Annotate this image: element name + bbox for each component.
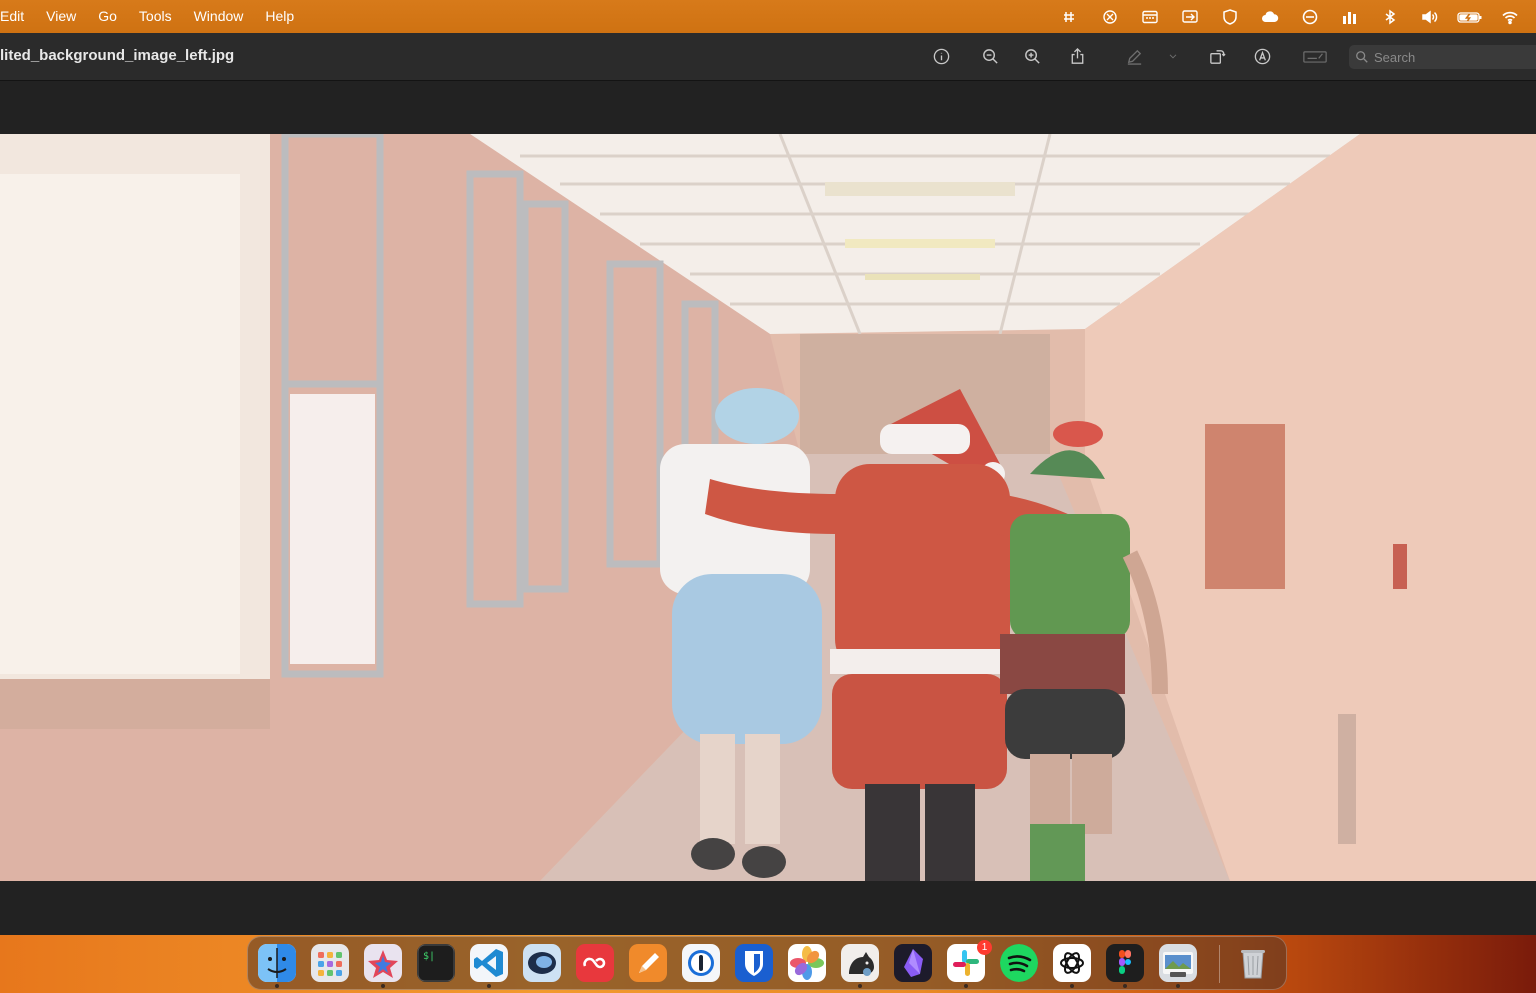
markup-pencil-icon[interactable] [1121, 44, 1147, 68]
document-canvas [0, 81, 1536, 935]
share-icon[interactable] [1064, 44, 1090, 68]
proxyman-app-icon[interactable] [523, 944, 561, 982]
menu-help[interactable]: Help [254, 0, 305, 33]
search-input[interactable] [1374, 49, 1534, 65]
chatgpt-icon[interactable] [1090, 0, 1130, 33]
menu-view[interactable]: View [35, 0, 87, 33]
slack-notification-badge: 1 [977, 940, 992, 955]
running-indicator [381, 984, 385, 988]
spotify-app-icon[interactable] [1000, 944, 1038, 982]
menu-tools[interactable]: Tools [128, 0, 183, 33]
cat-app-icon[interactable] [841, 944, 879, 982]
figma-app-icon[interactable] [1106, 944, 1144, 982]
running-indicator [858, 984, 862, 988]
running-indicator [487, 984, 491, 988]
battery-charging-icon[interactable] [1450, 0, 1490, 33]
pages-app-icon[interactable] [629, 944, 667, 982]
annotate-icon[interactable] [1249, 44, 1275, 68]
photos-app-icon[interactable] [788, 944, 826, 982]
focus-icon[interactable] [1290, 0, 1330, 33]
chatgpt-app-icon[interactable] [1053, 944, 1091, 982]
dock-separator [1219, 945, 1220, 983]
status-menu-area [1050, 0, 1530, 33]
running-indicator [1176, 984, 1180, 988]
grid-menu-icon[interactable] [1050, 0, 1090, 33]
stats-icon[interactable] [1330, 0, 1370, 33]
creative-cloud-app-icon[interactable] [576, 944, 614, 982]
menu-edit[interactable]: Edit [0, 0, 35, 33]
running-indicator [1123, 984, 1127, 988]
menu-go[interactable]: Go [87, 0, 128, 33]
volume-icon[interactable] [1410, 0, 1450, 33]
trash-app-icon[interactable] [1234, 944, 1272, 982]
wifi-icon[interactable] [1490, 0, 1530, 33]
menu-bar: Edit View Go Tools Window Help [0, 0, 1536, 33]
bitwarden-app-icon[interactable] [735, 944, 773, 982]
running-indicator [964, 984, 968, 988]
zoom-out-icon[interactable] [977, 44, 1003, 68]
app-store-app-icon[interactable] [364, 944, 402, 982]
svg-text:$|: $| [423, 951, 435, 962]
running-indicator [275, 984, 279, 988]
hallway-photo[interactable] [0, 134, 1536, 881]
zoom-in-icon[interactable] [1019, 44, 1045, 68]
search-icon [1356, 51, 1368, 63]
preview-app-icon[interactable] [1159, 944, 1197, 982]
launchpad-app-icon[interactable] [311, 944, 349, 982]
chevron-down-icon[interactable] [1161, 44, 1185, 68]
running-indicator [1070, 984, 1074, 988]
1password-app-icon[interactable] [682, 944, 720, 982]
calendar-icon[interactable] [1130, 0, 1170, 33]
menu-list: Edit View Go Tools Window Help [0, 0, 305, 33]
finder-app-icon[interactable] [258, 944, 296, 982]
form-fill-icon[interactable] [1300, 44, 1330, 68]
menu-window[interactable]: Window [183, 0, 255, 33]
terminal-app-icon[interactable]: $| [417, 944, 455, 982]
rotate-icon[interactable] [1204, 44, 1230, 68]
info-icon[interactable] [928, 44, 954, 68]
vscode-app-icon[interactable] [470, 944, 508, 982]
cloud-icon[interactable] [1250, 0, 1290, 33]
shield-icon[interactable] [1210, 0, 1250, 33]
obsidian-app-icon[interactable] [894, 944, 932, 982]
dock: $| 1 [247, 936, 1287, 990]
search-field[interactable] [1349, 45, 1536, 69]
document-title: lited_background_image_left.jpg [0, 47, 235, 64]
bluetooth-icon[interactable] [1370, 0, 1410, 33]
screen-mirror-icon[interactable] [1170, 0, 1210, 33]
window-toolbar: lited_background_image_left.jpg [0, 33, 1536, 81]
